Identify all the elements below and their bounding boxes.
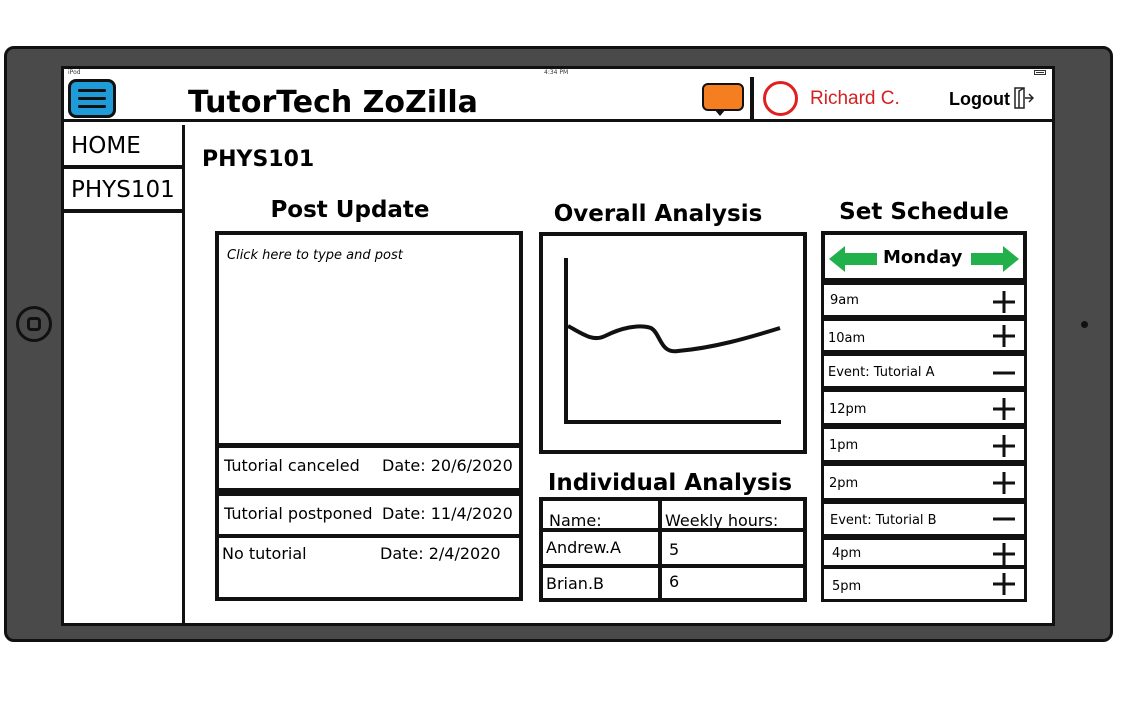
slot-label: 10am (828, 331, 866, 346)
individual-analysis-title: Individual Analysis (547, 470, 793, 496)
schedule-slot: 9am (821, 282, 1027, 318)
slot-label: Event: Tutorial A (828, 365, 935, 380)
user-name[interactable]: Richard C. (810, 87, 900, 111)
menu-button[interactable] (68, 79, 116, 118)
logout-button[interactable]: Logout (949, 87, 1010, 111)
schedule-slot: 10am (821, 318, 1027, 353)
slot-label: Event: Tutorial B (830, 513, 937, 528)
remove-slot-icon[interactable] (992, 361, 1016, 385)
trend-line (567, 324, 781, 354)
slot-label: 9am (830, 293, 859, 308)
schedule-slot: 12pm (821, 389, 1027, 426)
slot-label: 5pm (832, 579, 862, 594)
battery-icon (1034, 70, 1046, 75)
set-schedule-title: Set Schedule (839, 199, 1009, 225)
schedule-slot-event: Event: Tutorial A (821, 353, 1027, 389)
table-cell-name: Brian.B (546, 574, 605, 593)
table-cell-hours: 6 (669, 572, 680, 591)
schedule-day-selector: Monday (821, 231, 1027, 282)
add-slot-icon[interactable] (992, 542, 1016, 566)
sidebar-item-phys101[interactable]: PHYS101 (64, 171, 185, 213)
schedule-slot: 5pm (821, 566, 1027, 602)
table-row-divider (543, 564, 803, 568)
update-date: Date: 11/4/2020 (382, 504, 513, 523)
chat-bubble-tail-icon (714, 109, 726, 116)
status-bar: iPod 4:34 PM (64, 69, 1052, 77)
table-header: Name: (549, 511, 602, 530)
schedule-slot: 1pm (821, 426, 1027, 463)
individual-analysis-table: Name: Weekly hours: Andrew.A 5 Brian.B 6 (539, 497, 807, 602)
chart-axes (564, 258, 781, 424)
overall-analysis-title: Overall Analysis (553, 201, 763, 227)
add-slot-icon[interactable] (992, 572, 1016, 596)
add-slot-icon[interactable] (992, 397, 1016, 421)
schedule-slot: 4pm (821, 537, 1027, 568)
status-device: iPod (68, 69, 81, 76)
table-cell-name: Andrew.A (546, 538, 621, 557)
slot-label: 4pm (832, 546, 862, 561)
header-divider (750, 77, 754, 122)
home-button-icon (27, 317, 41, 331)
update-item[interactable]: Tutorial postponed Date: 11/4/2020 (215, 492, 523, 538)
post-input[interactable]: Click here to type and post (215, 231, 523, 447)
add-slot-icon[interactable] (992, 434, 1016, 458)
slot-label: 2pm (829, 476, 859, 491)
app-header: TutorTech ZoZilla Richard C. Logout (64, 77, 1052, 122)
schedule-slot-event: Event: Tutorial B (821, 501, 1027, 537)
slot-label: 12pm (829, 402, 867, 417)
hamburger-line (78, 97, 106, 100)
logout-icon[interactable] (1014, 87, 1034, 109)
next-day-arrow-icon[interactable] (971, 246, 1019, 272)
prev-day-arrow-icon[interactable] (829, 246, 877, 272)
day-label: Monday (883, 247, 963, 268)
table-cell-hours: 5 (669, 540, 680, 559)
sidebar-item-home[interactable]: HOME (64, 127, 185, 169)
page-title: PHYS101 (202, 147, 315, 172)
update-text: Tutorial canceled (224, 456, 360, 475)
trend-chart (564, 258, 781, 424)
hamburger-line (78, 89, 106, 92)
add-slot-icon[interactable] (992, 290, 1016, 314)
add-slot-icon[interactable] (992, 471, 1016, 495)
remove-slot-icon[interactable] (992, 507, 1016, 531)
hamburger-line (78, 105, 106, 108)
slot-label: 1pm (829, 438, 859, 453)
update-item[interactable]: No tutorial Date: 2/4/2020 (215, 534, 523, 601)
add-slot-icon[interactable] (992, 324, 1016, 348)
schedule-slot: 2pm (821, 463, 1027, 501)
post-update-title: Post Update (270, 197, 430, 223)
post-placeholder: Click here to type and post (227, 248, 403, 263)
update-date: Date: 2/4/2020 (380, 544, 501, 563)
sidebar: HOME PHYS101 (64, 125, 185, 623)
avatar[interactable] (763, 81, 798, 116)
update-text: Tutorial postponed (224, 504, 373, 523)
update-text: No tutorial (222, 544, 307, 563)
chat-button[interactable] (702, 83, 744, 111)
overall-analysis-chart (539, 232, 807, 454)
camera-icon (1081, 321, 1088, 328)
update-date: Date: 20/6/2020 (382, 456, 513, 475)
table-header: Weekly hours: (665, 511, 779, 530)
update-item[interactable]: Tutorial canceled Date: 20/6/2020 (215, 444, 523, 492)
app-title: TutorTech ZoZilla (188, 85, 478, 120)
status-time: 4:34 PM (544, 69, 569, 76)
table-col-divider (658, 501, 662, 598)
